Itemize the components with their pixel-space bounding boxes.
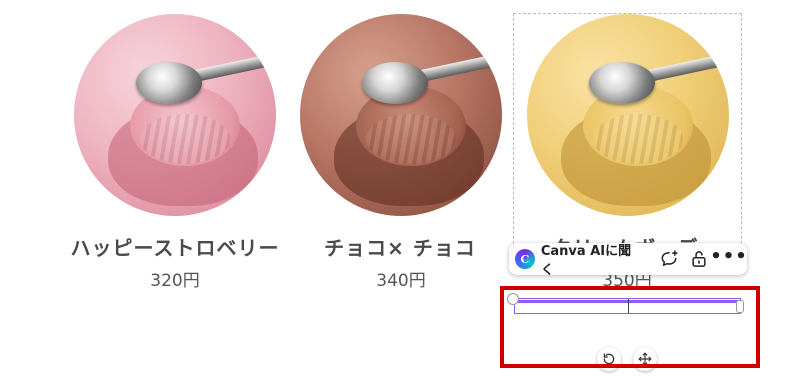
product-price-1[interactable]: 320円 — [140, 266, 210, 291]
unlock-button[interactable] — [687, 247, 711, 271]
comment-add-icon — [661, 250, 678, 266]
ask-canva-ai-label: Canva AIに聞く — [540, 244, 632, 278]
product-name-2[interactable]: チョコ× チョコ — [320, 232, 480, 260]
product-price-2[interactable]: 340円 — [366, 266, 436, 291]
highlight-annotation-box — [500, 286, 760, 368]
strawberry-ice-cream-image[interactable] — [74, 14, 276, 216]
scooper-head — [362, 62, 428, 104]
product-name-1[interactable]: ハッピーストロベリー — [64, 232, 286, 260]
ask-canva-ai-button[interactable]: C Canva AIに聞く — [515, 244, 651, 278]
element-context-toolbar: C Canva AIに聞く ••• — [509, 243, 747, 278]
add-comment-button[interactable] — [657, 247, 681, 271]
unlock-icon — [692, 251, 706, 267]
more-icon: ••• — [710, 245, 748, 267]
scoop-texture — [140, 114, 230, 164]
selected-group-outline — [513, 13, 742, 259]
scooper-head — [136, 62, 202, 104]
canva-ai-logo-icon: C — [515, 249, 535, 269]
scoop-texture — [366, 114, 456, 164]
design-canvas[interactable]: ハッピーストロベリー 320円 チョコ× チョコ 340円 クリームボーデ 35… — [0, 0, 794, 376]
more-options-button[interactable]: ••• — [710, 246, 747, 271]
chocolate-ice-cream-image[interactable] — [300, 14, 502, 216]
